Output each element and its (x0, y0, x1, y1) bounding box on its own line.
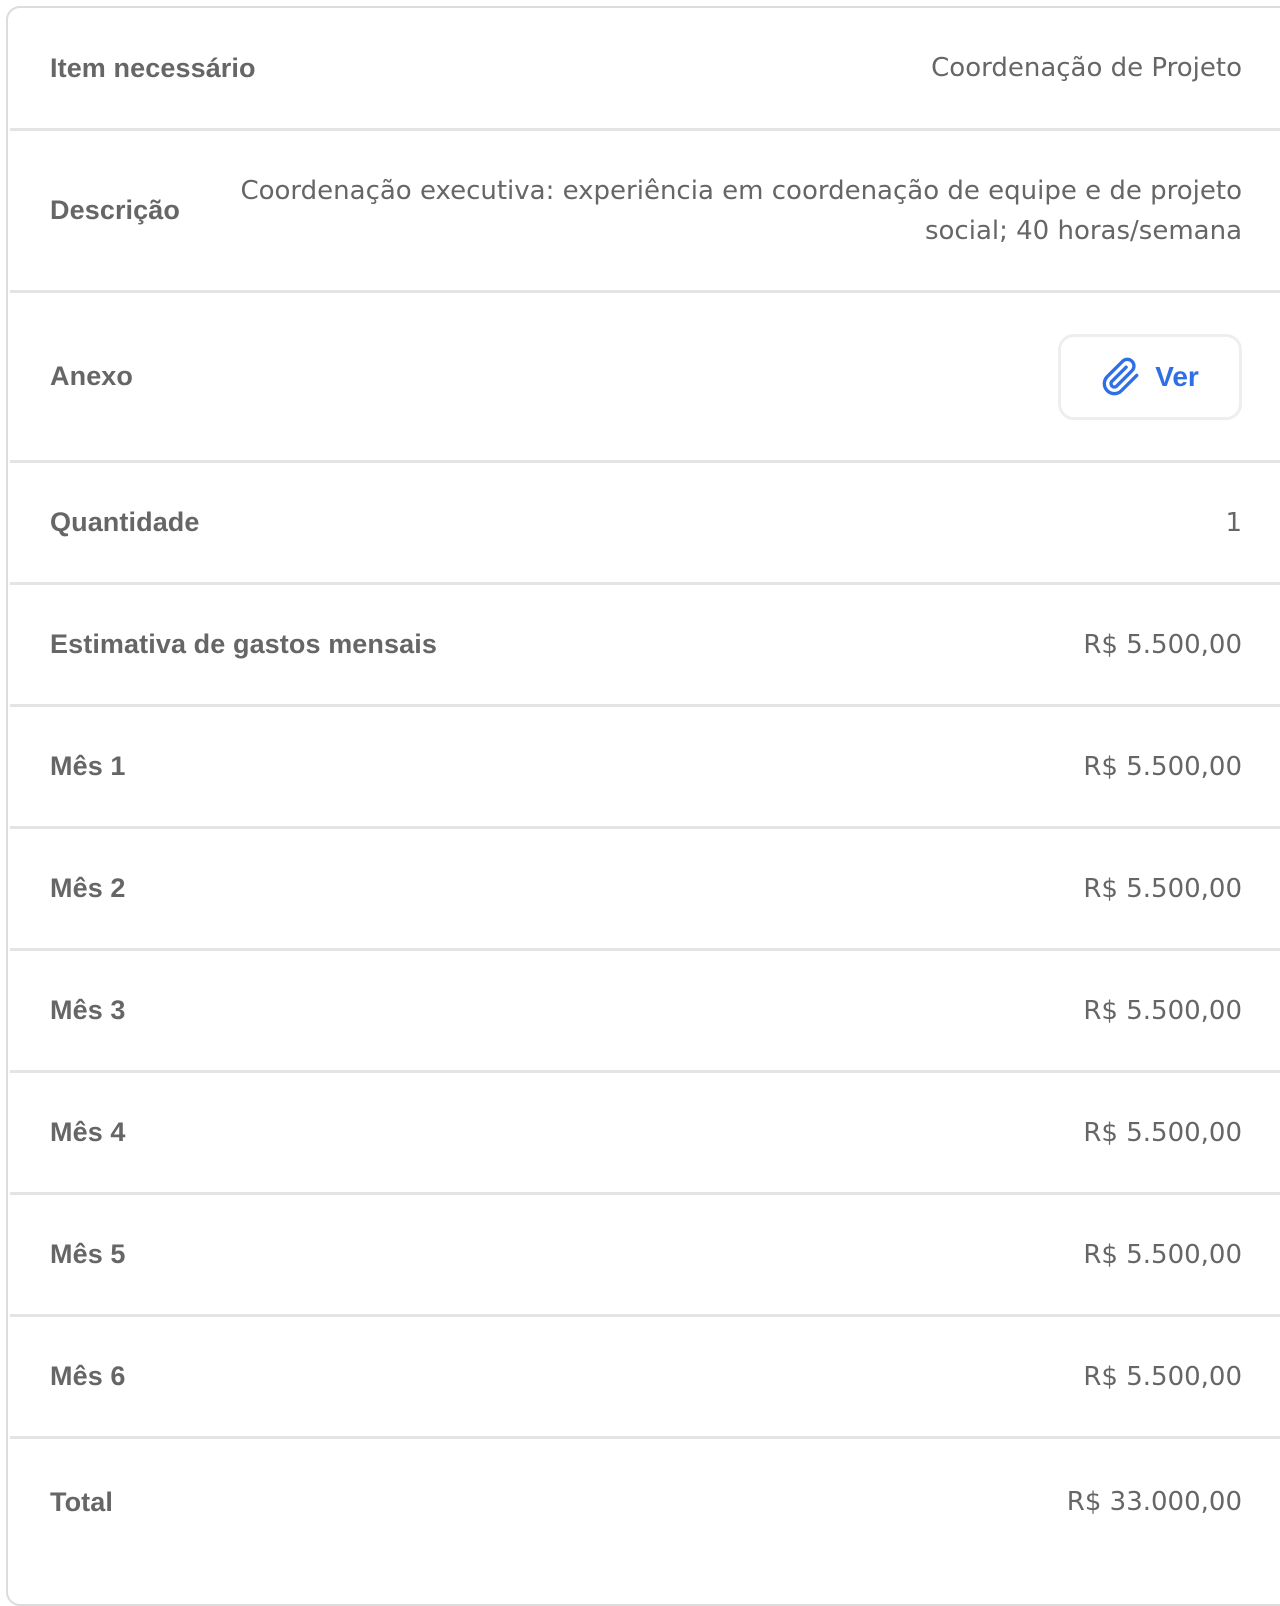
month-row-3: Mês 3 R$ 5.500,00 (10, 951, 1280, 1073)
month-row-6: Mês 6 R$ 5.500,00 (10, 1317, 1280, 1439)
attachment-label: Anexo (50, 361, 134, 391)
month-value: R$ 5.500,00 (1083, 995, 1242, 1026)
view-attachment-button[interactable]: Ver (1058, 333, 1242, 420)
quantity-label: Quantidade (50, 507, 200, 537)
view-attachment-label: Ver (1155, 360, 1199, 392)
month-value: R$ 5.500,00 (1083, 1239, 1242, 1270)
month-row-5: Mês 5 R$ 5.500,00 (10, 1195, 1280, 1317)
monthly-estimate-row: Estimativa de gastos mensais R$ 5.500,00 (10, 585, 1280, 707)
month-value: R$ 5.500,00 (1083, 1361, 1242, 1392)
month-value: R$ 5.500,00 (1083, 873, 1242, 904)
total-row: Total R$ 33.000,00 (10, 1439, 1280, 1565)
month-value: R$ 5.500,00 (1083, 1117, 1242, 1148)
total-value: R$ 33.000,00 (1066, 1487, 1242, 1517)
month-label: Mês 1 (50, 751, 126, 781)
month-label: Mês 2 (50, 873, 126, 903)
month-label: Mês 5 (50, 1239, 126, 1269)
month-label: Mês 4 (50, 1117, 126, 1147)
month-value: R$ 5.500,00 (1083, 751, 1242, 782)
quantity-value: 1 (1225, 507, 1242, 538)
month-row-2: Mês 2 R$ 5.500,00 (10, 829, 1280, 951)
month-label: Mês 3 (50, 995, 126, 1025)
item-row: Item necessário Coordenação de Projeto (10, 8, 1280, 131)
month-row-1: Mês 1 R$ 5.500,00 (10, 707, 1280, 829)
month-row-4: Mês 4 R$ 5.500,00 (10, 1073, 1280, 1195)
description-row: Descrição Coordenação executiva: experiê… (10, 131, 1280, 293)
attachment-row: Anexo Ver (10, 293, 1280, 463)
description-value: Coordenação executiva: experiência em co… (240, 175, 1242, 246)
monthly-estimate-value: R$ 5.500,00 (1083, 629, 1242, 660)
paperclip-icon (1101, 357, 1141, 397)
quantity-row: Quantidade 1 (10, 463, 1280, 585)
description-label: Descrição (50, 195, 180, 225)
item-detail-card: Item necessário Coordenação de Projeto D… (6, 6, 1280, 1606)
monthly-estimate-label: Estimativa de gastos mensais (50, 629, 437, 659)
total-label: Total (50, 1486, 113, 1517)
item-label: Item necessário (50, 52, 256, 83)
month-label: Mês 6 (50, 1361, 126, 1391)
item-value: Coordenação de Projeto (931, 53, 1242, 83)
